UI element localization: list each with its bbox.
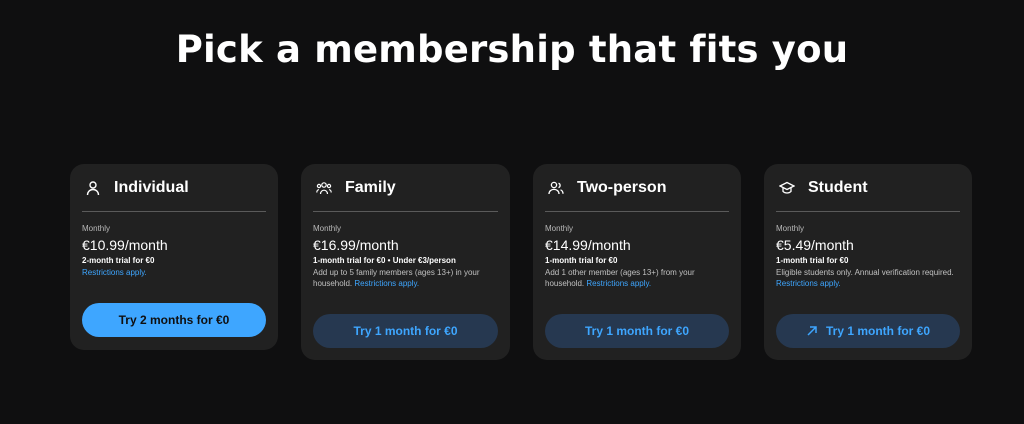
- try-family-button[interactable]: Try 1 month for €0: [313, 314, 498, 348]
- plan-trial: 1-month trial for €0 • Under €3/person: [313, 256, 456, 265]
- plan-card-individual: Individual Monthly €10.99/month 2-month …: [70, 164, 278, 350]
- try-student-button[interactable]: Try 1 month for €0: [776, 314, 960, 348]
- plan-price: €10.99/month: [82, 237, 168, 253]
- plan-description: Add 1 other member (ages 13+) from your …: [545, 267, 729, 289]
- person-icon: [84, 179, 102, 197]
- plan-period: Monthly: [82, 224, 111, 233]
- plan-period: Monthly: [545, 224, 574, 233]
- button-label: Try 1 month for €0: [584, 324, 690, 338]
- plan-period: Monthly: [776, 224, 805, 233]
- two-person-icon: [547, 179, 565, 197]
- plan-price: €14.99/month: [545, 237, 631, 253]
- plan-card-student: Student Monthly €5.49/month 1-month tria…: [764, 164, 972, 360]
- plan-header: Student: [776, 164, 960, 211]
- description-text: Eligible students only. Annual verificat…: [776, 268, 954, 277]
- restrictions-link[interactable]: Restrictions apply.: [82, 268, 147, 277]
- plan-trial: 1-month trial for €0: [776, 256, 849, 265]
- plan-header: Individual: [82, 164, 266, 211]
- plan-name: Two-person: [577, 178, 667, 196]
- membership-page: Pick a membership that fits you Individu…: [0, 0, 1024, 424]
- restrictions-link[interactable]: Restrictions apply.: [776, 279, 841, 288]
- plan-card-family: Family Monthly €16.99/month 1-month tria…: [301, 164, 510, 360]
- button-label: Try 1 month for €0: [353, 324, 458, 338]
- restrictions-link[interactable]: Restrictions apply.: [354, 279, 419, 288]
- page-title: Pick a membership that fits you: [175, 28, 849, 71]
- external-arrow-icon: [806, 325, 818, 337]
- restrictions-link[interactable]: Restrictions apply.: [586, 279, 651, 288]
- plan-description: Restrictions apply.: [82, 267, 266, 278]
- graduation-cap-icon: [778, 179, 796, 197]
- plan-trial: 2-month trial for €0: [82, 256, 155, 265]
- plan-header: Two-person: [545, 164, 729, 211]
- plan-description: Eligible students only. Annual verificat…: [776, 267, 960, 289]
- plan-trial: 1-month trial for €0: [545, 256, 618, 265]
- plan-header: Family: [313, 164, 498, 211]
- plan-period: Monthly: [313, 224, 342, 233]
- try-individual-button[interactable]: Try 2 months for €0: [82, 303, 266, 337]
- plan-name: Family: [345, 178, 396, 196]
- button-label: Try 2 months for €0: [118, 313, 230, 327]
- plan-card-two-person: Two-person Monthly €14.99/month 1-month …: [533, 164, 741, 360]
- plan-description: Add up to 5 family members (ages 13+) in…: [313, 267, 498, 289]
- plan-price: €16.99/month: [313, 237, 399, 253]
- plan-price: €5.49/month: [776, 237, 854, 253]
- plan-name: Student: [808, 178, 868, 196]
- plan-name: Individual: [114, 178, 189, 196]
- button-label: Try 1 month for €0: [825, 324, 931, 338]
- try-two-person-button[interactable]: Try 1 month for €0: [545, 314, 729, 348]
- family-icon: [315, 179, 333, 197]
